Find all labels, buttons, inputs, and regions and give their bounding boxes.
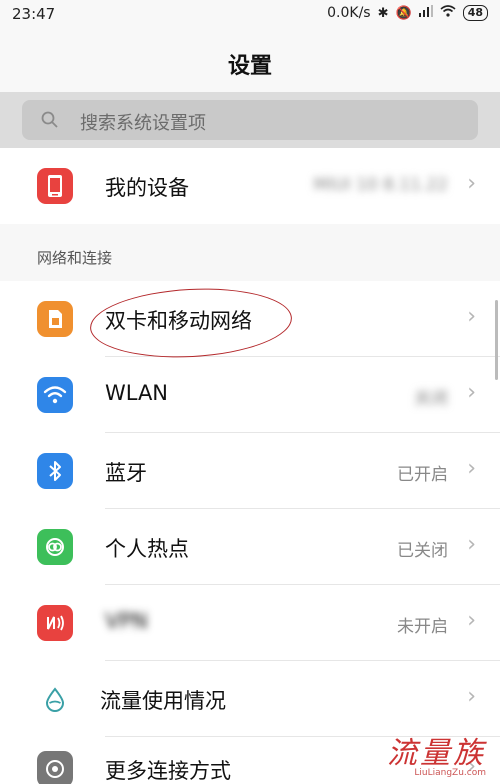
sim-card-icon [37, 301, 73, 337]
my-device-version: MIUI 10 8.11.22 [313, 175, 448, 195]
status-time: 23:47 [12, 5, 56, 23]
battery-indicator: 48 [462, 5, 488, 21]
wifi-status-icon [440, 5, 456, 21]
scrollbar[interactable] [495, 300, 498, 380]
more-connections-icon [37, 751, 73, 784]
chevron-right-icon: › [467, 532, 476, 557]
row-label: 更多连接方式 [105, 759, 231, 783]
device-icon [37, 168, 73, 204]
row-bluetooth[interactable]: 蓝牙 已开启 › [0, 433, 500, 509]
watermark-text: 流量族 [387, 736, 486, 771]
row-value: 关闭 [414, 389, 448, 409]
signal-icon [418, 5, 433, 21]
data-usage-icon [37, 681, 73, 717]
search-input[interactable]: 搜索系统设置项 [22, 100, 478, 140]
network-speed: 0.0K/s [327, 5, 371, 21]
chevron-right-icon: › [467, 456, 476, 481]
chevron-right-icon: › [467, 380, 476, 405]
wifi-icon [37, 377, 73, 413]
watermark: 流量族 LiuLiangZu.com [387, 728, 486, 778]
search-placeholder: 搜索系统设置项 [80, 113, 206, 134]
row-data-usage[interactable]: 流量使用情况 › [0, 661, 500, 737]
row-label: 蓝牙 [105, 461, 147, 485]
page-title: 设置 [227, 54, 272, 79]
chevron-right-icon: › [467, 171, 476, 196]
row-label: WLAN [105, 381, 169, 405]
chevron-right-icon: › [467, 304, 476, 329]
row-label: 流量使用情况 [100, 689, 226, 713]
row-wlan[interactable]: WLAN 关闭 › [0, 357, 500, 433]
vpn-icon [37, 605, 73, 641]
section-header: 网络和连接 [0, 235, 500, 281]
title-bar: 设置 [0, 30, 500, 92]
row-value: 未开启 [397, 617, 448, 637]
row-vpn[interactable]: VPN 未开启 › [0, 585, 500, 661]
hotspot-icon [37, 529, 73, 565]
mute-icon: 🔕 [395, 5, 412, 21]
row-label: VPN [105, 609, 148, 633]
row-value: 已关闭 [397, 541, 448, 561]
search-area: 搜索系统设置项 [0, 92, 500, 148]
section-label: 网络和连接 [37, 249, 113, 267]
row-value: 已开启 [397, 465, 448, 485]
chevron-right-icon: › [467, 684, 476, 709]
my-device-row[interactable]: 我的设备 MIUI 10 8.11.22 › [0, 148, 500, 224]
status-right: 0.0K/s ✱ 🔕 48 [327, 5, 488, 21]
bluetooth-status-icon: ✱ [377, 5, 389, 21]
my-device-label: 我的设备 [105, 176, 189, 200]
chevron-right-icon: › [467, 608, 476, 633]
bluetooth-icon [37, 453, 73, 489]
status-bar: 23:47 0.0K/s ✱ 🔕 48 [0, 0, 500, 30]
row-hotspot[interactable]: 个人热点 已关闭 › [0, 509, 500, 585]
search-icon [41, 111, 58, 128]
row-label: 个人热点 [105, 537, 189, 561]
